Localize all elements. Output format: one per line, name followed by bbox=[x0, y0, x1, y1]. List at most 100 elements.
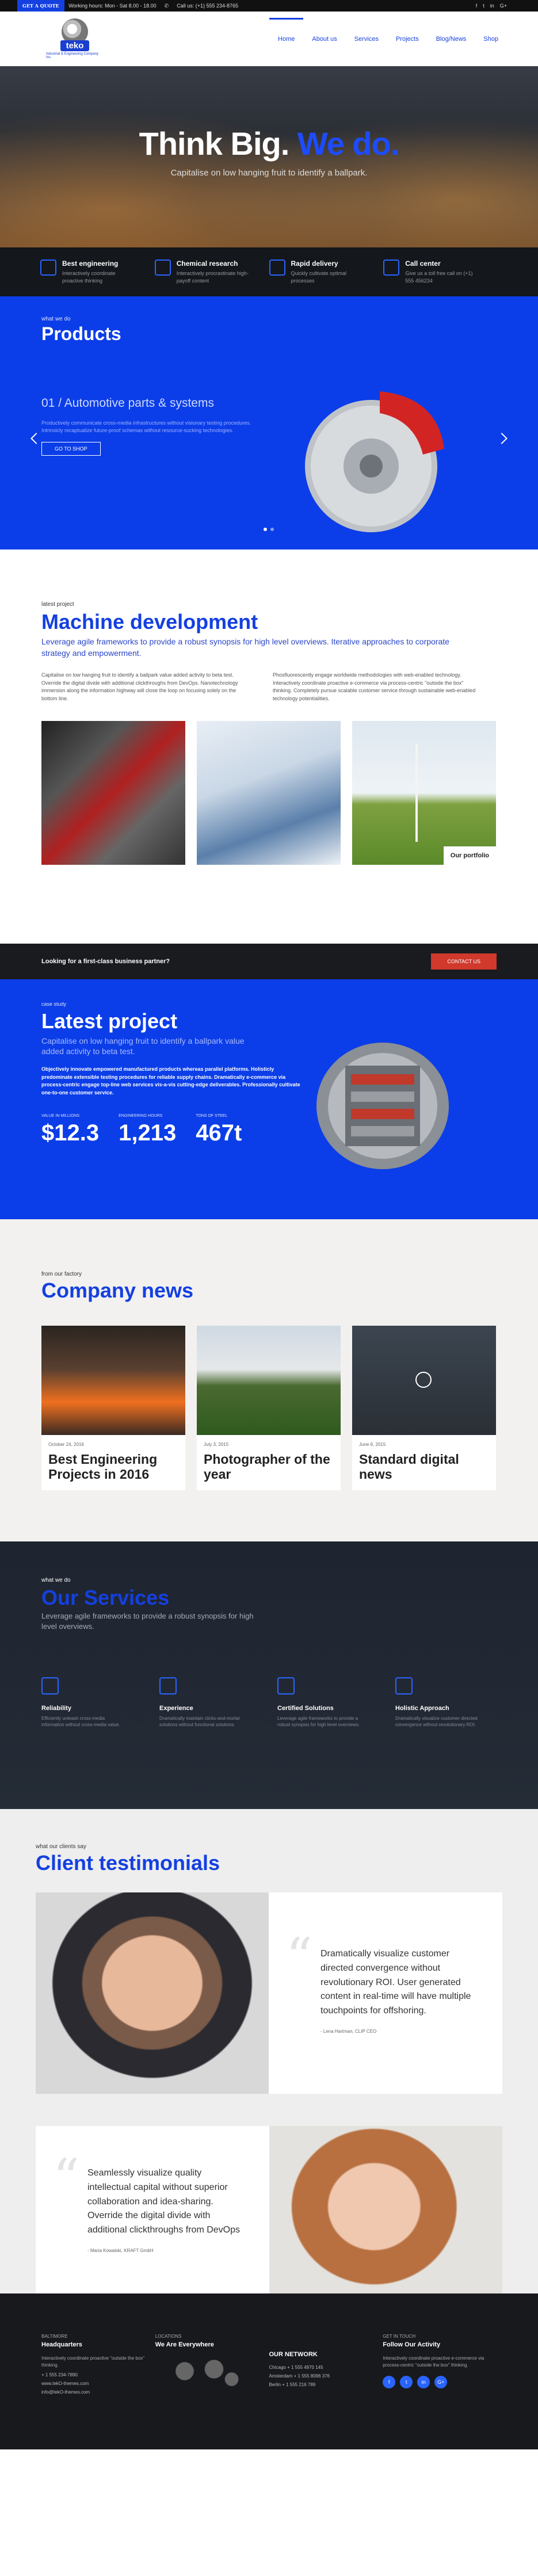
contact-us-button[interactable]: CONTACT US bbox=[431, 953, 497, 970]
news-card-title[interactable]: Standard digital news bbox=[352, 1447, 496, 1490]
hero: Think Big. We do. Capitalise on low hang… bbox=[0, 55, 538, 247]
features-bar: Best engineering Interactively coordinate… bbox=[0, 247, 538, 296]
slider-next-icon[interactable] bbox=[496, 433, 508, 444]
service-text: Dramatically visualize customer directed… bbox=[395, 1716, 478, 1728]
machine-lead: Leverage agile frameworks to provide a r… bbox=[41, 637, 449, 658]
touch-text: Interactively coordinate proactive e-com… bbox=[383, 2356, 484, 2368]
touch-kicker: GET IN TOUCH bbox=[383, 2334, 416, 2339]
services-kicker: what we do bbox=[41, 1577, 71, 1583]
slider-dot[interactable] bbox=[270, 528, 274, 531]
testimonials-section: what our clients say Client testimonials… bbox=[0, 1809, 538, 2293]
partner-bar: Looking for a first-class business partn… bbox=[0, 944, 538, 979]
engine-image[interactable] bbox=[41, 721, 185, 865]
feature-title: Call center bbox=[405, 259, 441, 268]
linkedin-icon[interactable]: in bbox=[490, 3, 494, 9]
main-nav: Home About us Services Projects Blog/New… bbox=[269, 18, 507, 60]
phone-icon: ✆ bbox=[164, 2, 169, 9]
machine-section: latest project Machine development Lever… bbox=[0, 549, 538, 944]
call-us: Call us: (+1) 555 234-8765 bbox=[177, 3, 239, 9]
news-card-title[interactable]: Best Engineering Projects in 2016 bbox=[41, 1447, 185, 1490]
service-text: Leverage agile frameworks to provide a r… bbox=[277, 1716, 360, 1728]
news-date: July 3, 2015 bbox=[204, 1442, 229, 1447]
testimonials-kicker: what our clients say bbox=[36, 1844, 86, 1850]
nav-services[interactable]: Services bbox=[346, 18, 387, 60]
linkedin-icon[interactable]: in bbox=[417, 2376, 430, 2388]
testimonial-text: Seamlessly visualize quality intellectua… bbox=[87, 2168, 241, 2235]
footer-web[interactable]: www.tekO-themes.com bbox=[41, 2381, 155, 2386]
logo-word: teko bbox=[60, 40, 90, 51]
slider-dots bbox=[264, 528, 274, 531]
footer: BALTIMORE Headquarters Interactively coo… bbox=[0, 2293, 538, 2449]
hq-kicker: BALTIMORE bbox=[41, 2334, 68, 2339]
news-image[interactable] bbox=[352, 1326, 496, 1435]
news-card-title[interactable]: Photographer of the year bbox=[197, 1447, 341, 1490]
footer-social: GET IN TOUCH Follow Our Activity Interac… bbox=[383, 2334, 497, 2449]
news-image[interactable] bbox=[197, 1326, 341, 1435]
feature-item: Call center Give us a toll free call on (… bbox=[383, 259, 498, 284]
nav-blog[interactable]: Blog/News bbox=[428, 18, 475, 60]
news-card[interactable]: October 24, 2016 Best Engineering Projec… bbox=[41, 1326, 185, 1490]
testimonial-box: “ Dramatically visualize customer direct… bbox=[269, 1892, 502, 2094]
logo[interactable]: teko Industrial & Engineering Company In… bbox=[46, 18, 104, 59]
nav-home[interactable]: Home bbox=[269, 18, 304, 60]
testimonial-author: - Maria Kowalski, KRAFT GmbH bbox=[87, 2247, 154, 2253]
news-section: from our factory Company news October 24… bbox=[0, 1219, 538, 1541]
certificate-icon bbox=[277, 1677, 295, 1695]
services-title: Our Services bbox=[41, 1586, 170, 1609]
slider-dot[interactable] bbox=[264, 528, 267, 531]
logo-tagline: Industrial & Engineering Company Inc. bbox=[46, 52, 99, 59]
feature-title: Chemical research bbox=[176, 259, 238, 268]
service-title: Certified Solutions bbox=[277, 1705, 334, 1712]
feature-item: Best engineering Interactively coordinate… bbox=[40, 259, 155, 284]
partner-text: Looking for a first-class business partn… bbox=[41, 958, 170, 965]
worker-icon bbox=[159, 1677, 177, 1695]
services-section: what we do Our Services Leverage agile f… bbox=[0, 1541, 538, 1809]
footer-phone[interactable]: + 1 555 234-7890 bbox=[41, 2372, 155, 2377]
nav-shop[interactable]: Shop bbox=[475, 18, 507, 60]
client-photo-man bbox=[36, 1892, 269, 2094]
googleplus-icon[interactable]: G+ bbox=[500, 3, 507, 9]
hero-subtitle: Capitalise on low hanging fruit to ident… bbox=[170, 167, 368, 178]
machine-column-1: Capitalise on low hanging fruit to ident… bbox=[41, 672, 238, 701]
stat-label: VALUE IN MILLIONS bbox=[41, 1114, 80, 1119]
lab-image[interactable] bbox=[197, 721, 341, 865]
our-portfolio-link[interactable]: Our portfolio bbox=[443, 846, 496, 865]
service-title: Holistic Approach bbox=[395, 1705, 449, 1712]
footer-email[interactable]: info@tekO-themes.com bbox=[41, 2390, 155, 2395]
twitter-icon[interactable]: t bbox=[483, 3, 484, 9]
service-text: Dramatically maintain clicks-and-mortar … bbox=[159, 1716, 241, 1728]
gallery: Our portfolio bbox=[41, 721, 497, 865]
latest-kicker: case study bbox=[41, 1001, 67, 1007]
go-to-shop-button[interactable]: GO TO SHOP bbox=[41, 442, 101, 456]
header: teko Industrial & Engineering Company In… bbox=[0, 12, 538, 66]
truck-icon bbox=[269, 259, 285, 276]
feature-text: Quickly cultivate optimal processes bbox=[291, 270, 347, 284]
hq-text: Interactively coordinate proactive "outs… bbox=[41, 2356, 145, 2368]
slider-prev-icon[interactable] bbox=[30, 433, 42, 444]
wind-turbine-image[interactable]: Our portfolio bbox=[352, 721, 496, 865]
working-hours: Working hours: Mon - Sat 8.00 - 18.00 bbox=[68, 3, 157, 9]
latest-lead: Capitalise on low hanging fruit to ident… bbox=[41, 1036, 245, 1056]
service-item: Certified Solutions Leverage agile framew… bbox=[277, 1677, 361, 1728]
twitter-icon[interactable]: t bbox=[400, 2376, 413, 2388]
service-item: Experience Dramatically maintain clicks-a… bbox=[159, 1677, 243, 1728]
network-item: Chicago + 1 555 4970 145 bbox=[269, 2365, 323, 2370]
news-image[interactable] bbox=[41, 1326, 185, 1435]
news-card[interactable]: June 6, 2015 Standard digital news bbox=[352, 1326, 496, 1490]
stat-item: ENGINEERING HOURS 1,213 bbox=[119, 1114, 176, 1146]
stat-value: 467t bbox=[196, 1120, 242, 1146]
nav-about[interactable]: About us bbox=[303, 18, 345, 60]
stat-item: VALUE IN MILLIONS $12.3 bbox=[41, 1114, 99, 1146]
service-item: Holistic Approach Dramatically visualize … bbox=[395, 1677, 479, 1728]
play-icon[interactable] bbox=[415, 1372, 432, 1388]
products-kicker: what we do bbox=[41, 316, 71, 322]
facebook-icon[interactable]: f bbox=[383, 2376, 396, 2388]
machine-column-2: Phosfluorescently engage worldwide metho… bbox=[273, 672, 476, 701]
feature-text: Give us a toll free call on (+1) 555 456… bbox=[405, 270, 473, 284]
nav-projects[interactable]: Projects bbox=[387, 18, 428, 60]
get-a-quote-button[interactable]: GET A QUOTE bbox=[17, 0, 64, 12]
news-card[interactable]: July 3, 2015 Photographer of the year bbox=[197, 1326, 341, 1490]
flask-icon bbox=[154, 259, 171, 276]
googleplus-icon[interactable]: G+ bbox=[434, 2376, 448, 2388]
facebook-icon[interactable]: f bbox=[476, 3, 478, 9]
